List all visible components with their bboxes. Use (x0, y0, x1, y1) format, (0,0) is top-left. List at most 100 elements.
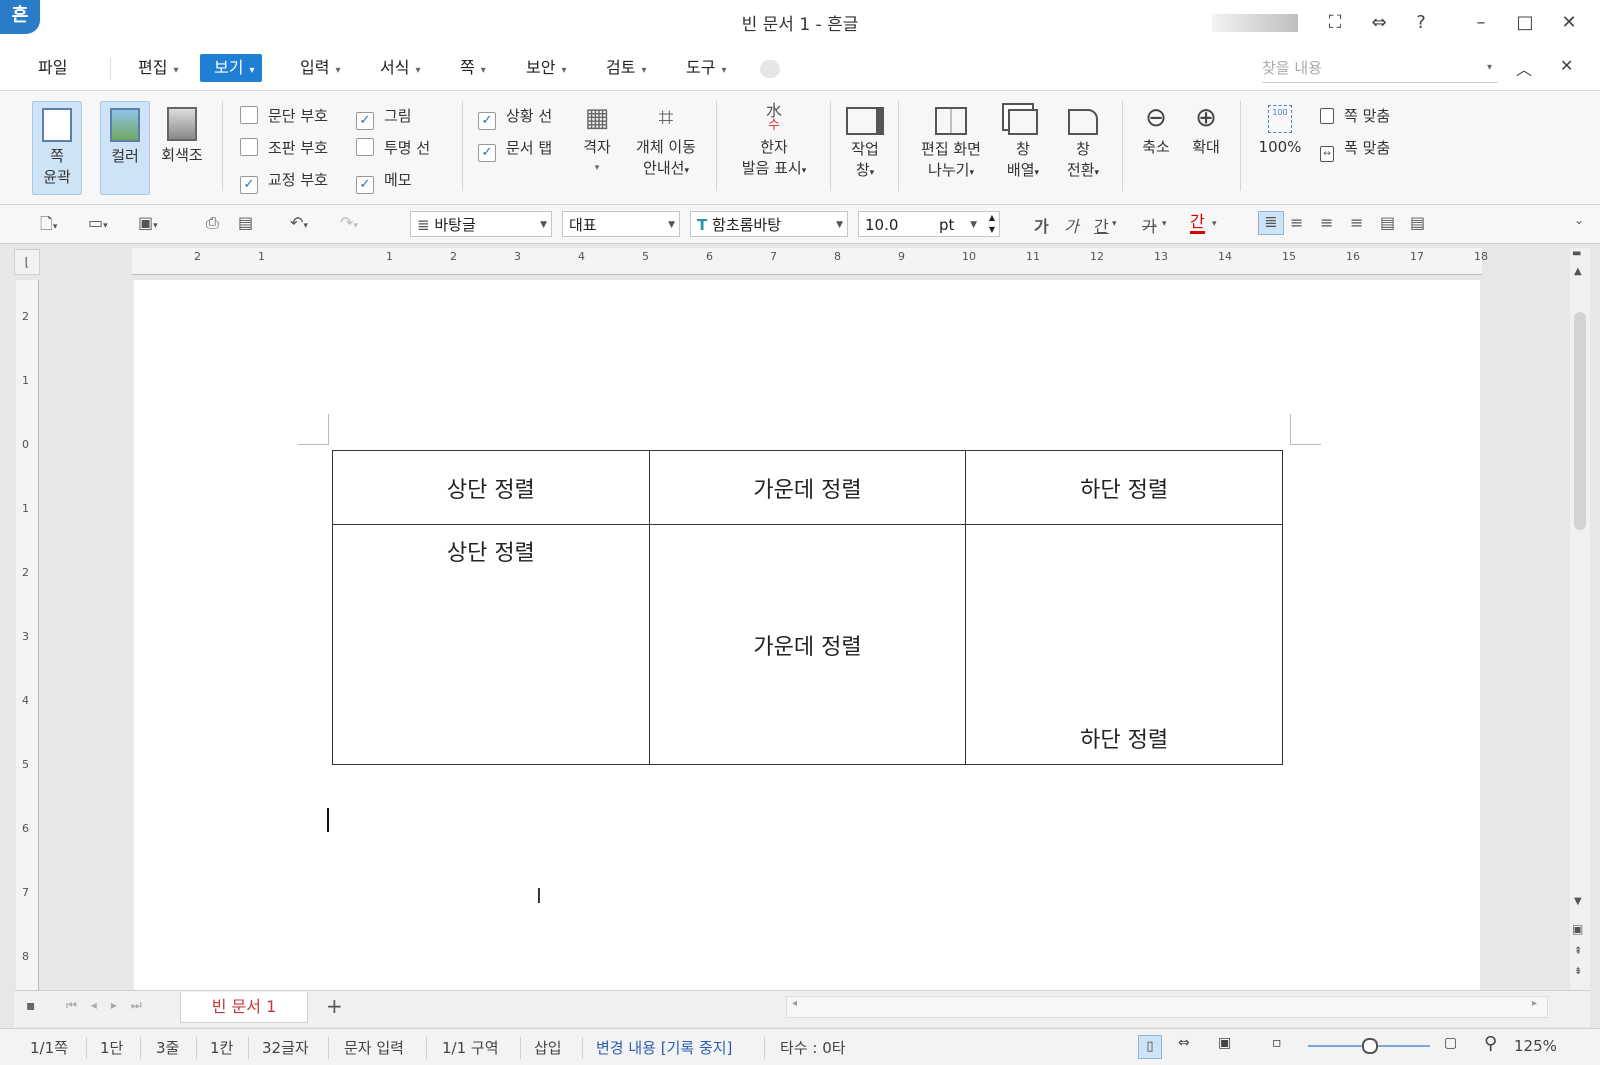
table-cell[interactable]: 가운데 정렬 (648, 450, 967, 525)
help-icon[interactable]: ? (1406, 10, 1436, 36)
status-insert[interactable]: 삽입 (534, 1037, 562, 1058)
font-color-button[interactable]: 간 (1190, 213, 1205, 234)
menu-edit[interactable]: 편집 ▾ (134, 54, 182, 82)
status-section[interactable]: 1/1 구역 (442, 1037, 499, 1058)
hanja-pronunciation-button[interactable]: 水수 한자 발음 표시▾ (730, 99, 818, 182)
table-cell[interactable]: 상단 정렬 (332, 524, 650, 765)
search-input[interactable]: 찾을 내용 ▾ (1262, 54, 1498, 83)
next-page-icon[interactable]: ⇟ (1574, 966, 1582, 977)
task-pane-button[interactable]: 작업 창▾ (840, 99, 890, 184)
scroll-down-icon[interactable]: ▼ (1574, 896, 1582, 907)
chevron-down-icon[interactable]: ▾ (1212, 219, 1217, 229)
view-width-icon[interactable]: ⇔ (1178, 1035, 1190, 1051)
switch-window-button[interactable]: 창 전환▾ (1058, 99, 1108, 184)
redo-icon[interactable]: ↷▾ (340, 213, 358, 232)
new-doc-icon[interactable]: 🗋▾ (40, 213, 57, 240)
view-full-icon[interactable]: ▣ (1218, 1035, 1231, 1051)
distribute-button[interactable]: ▤ (1380, 213, 1395, 232)
minimize-button[interactable]: – (1466, 10, 1496, 36)
vertical-ruler[interactable]: 2 1 0 1 2 3 4 5 6 7 8 (16, 280, 39, 990)
check-paragraph-marks[interactable]: 문단 부호 (240, 105, 328, 127)
status-page[interactable]: 1/1쪽 (30, 1037, 68, 1058)
account-area[interactable] (1212, 14, 1298, 32)
divide-button[interactable]: ▤ (1410, 213, 1425, 232)
toolbar-more-icon[interactable]: ⌄ (1574, 213, 1584, 227)
tab-list-icon[interactable]: ▪ (26, 998, 36, 1014)
arrange-windows-button[interactable]: 창 배열▾ (998, 99, 1048, 184)
chevron-down-icon[interactable]: ▾ (1162, 219, 1167, 229)
check-proof-marks[interactable]: ✓ 교정 부호 (240, 169, 328, 194)
align-left-button[interactable]: ≡ (1290, 213, 1303, 232)
magnifier-icon[interactable]: ⚲ (1484, 1033, 1497, 1054)
font-size-input[interactable]: 10.0 pt ▼ ▲ ▼ (858, 211, 1000, 237)
print-icon[interactable]: ⎙ (206, 213, 219, 233)
save-icon[interactable]: ▣▾ (138, 213, 158, 232)
object-guide-button[interactable]: ⌗ 개체 이동 안내선▾ (628, 99, 704, 182)
zoom-slider-knob[interactable] (1362, 1038, 1378, 1054)
scroll-right-icon[interactable]: ▸ (1532, 998, 1537, 1009)
menu-format[interactable]: 서식 ▾ (376, 54, 424, 82)
style-select[interactable]: ≣ 바탕글 ▼ (410, 211, 552, 237)
zoom-level[interactable]: 125% (1514, 1037, 1557, 1055)
zoom-in-button[interactable]: ⊕ 확대 (1182, 99, 1230, 158)
open-folder-icon[interactable]: ▭▾ (88, 213, 108, 232)
check-pictures[interactable]: ✓ 그림 (356, 105, 412, 130)
check-memo[interactable]: ✓ 메모 (356, 169, 412, 194)
font-select[interactable]: T 함초롬바탕 ▼ (690, 211, 848, 237)
horizontal-ruler[interactable]: 2 1 1 2 3 4 5 6 7 8 9 10 11 12 13 14 15 16 17 18 (132, 248, 1488, 275)
color-button[interactable]: 컬러 (100, 101, 150, 195)
zoom-fit-icon[interactable]: ▫ (1272, 1035, 1282, 1051)
close-doc-icon[interactable]: ✕ (1560, 56, 1573, 75)
table-cell[interactable]: 하단 정렬 (965, 524, 1283, 765)
menu-insert[interactable]: 입력 ▾ (296, 54, 344, 82)
check-status-lines[interactable]: ✓ 상황 선 (478, 105, 552, 130)
maximize-button[interactable]: □ (1510, 10, 1540, 36)
fullscreen-icon[interactable]: ⛶ (1320, 10, 1350, 36)
underline-button[interactable]: 간 (1094, 213, 1109, 237)
menu-review[interactable]: 검토 ▾ (602, 54, 650, 82)
menu-security[interactable]: 보안 ▾ (522, 54, 570, 82)
document-table[interactable]: 상단 정렬 가운데 정렬 하단 정렬 상단 정렬 가운데 정렬 하단 정렬 (332, 450, 1283, 765)
split-view-button[interactable]: 편집 화면 나누기▾ (908, 99, 994, 184)
fit-page-button[interactable]: 쪽 맞춤 (1320, 105, 1390, 127)
add-tab-button[interactable]: + (326, 994, 343, 1018)
menu-page[interactable]: 쪽 ▾ (456, 54, 490, 82)
chevron-down-icon[interactable]: ▾ (1487, 54, 1492, 82)
zoom-out-button[interactable]: ⊖ 축소 (1132, 99, 1180, 158)
prev-page-icon[interactable]: ⇞ (1574, 946, 1582, 957)
justify-button[interactable]: ≣ (1258, 211, 1284, 235)
menu-tools[interactable]: 도구 ▾ (682, 54, 730, 82)
check-layout-marks[interactable]: 조판 부호 (240, 137, 328, 159)
bold-button[interactable]: 가 (1034, 213, 1049, 237)
close-button[interactable]: ✕ (1554, 10, 1584, 36)
table-cell[interactable]: 상단 정렬 (332, 450, 650, 525)
grid-button[interactable]: ▦ 격자 ▾ (572, 99, 622, 179)
status-track-changes[interactable]: 변경 내용 [기록 중지] (596, 1037, 732, 1058)
page-select-icon[interactable]: ▣ (1572, 922, 1583, 936)
split-icon[interactable]: ⇔ (1364, 10, 1394, 36)
preview-icon[interactable]: ▤ (238, 213, 253, 232)
zoom-100-button[interactable]: 100 100% (1254, 99, 1306, 158)
scroll-up-icon[interactable]: ▲ (1574, 266, 1582, 277)
menu-view[interactable]: 보기 ▾ (200, 54, 263, 82)
italic-button[interactable]: 가 (1064, 213, 1079, 237)
scroll-thumb[interactable] (1574, 312, 1586, 530)
table-cell[interactable]: 가운데 정렬 (648, 524, 967, 765)
grayscale-button[interactable]: 회색조 (156, 101, 208, 193)
check-doc-tabs[interactable]: ✓ 문서 탭 (478, 137, 552, 162)
align-right-button[interactable]: ≡ (1350, 213, 1363, 232)
check-transparent-lines[interactable]: 투명 선 (356, 137, 430, 159)
ruler-tab-selector[interactable]: ⌊ (14, 249, 40, 275)
tab-document[interactable]: 빈 문서 1 (180, 992, 308, 1023)
chevron-down-icon[interactable]: ▾ (1112, 219, 1117, 229)
stepper-icon[interactable]: ▲ ▼ (989, 212, 995, 236)
scroll-left-icon[interactable]: ◂ (792, 998, 797, 1009)
undo-icon[interactable]: ↶▾ (290, 213, 308, 232)
collapse-ribbon-icon[interactable]: ︿ (1516, 56, 1532, 80)
table-cell[interactable]: 하단 정렬 (965, 450, 1283, 525)
fit-width-button[interactable]: ↔ 폭 맞춤 (1320, 137, 1390, 162)
align-center-button[interactable]: ≡ (1320, 213, 1333, 232)
language-select[interactable]: 대표 ▼ (562, 211, 680, 237)
page-outline-button[interactable]: 쪽 윤곽 (32, 101, 82, 195)
strike-button[interactable]: 가 (1142, 213, 1157, 237)
